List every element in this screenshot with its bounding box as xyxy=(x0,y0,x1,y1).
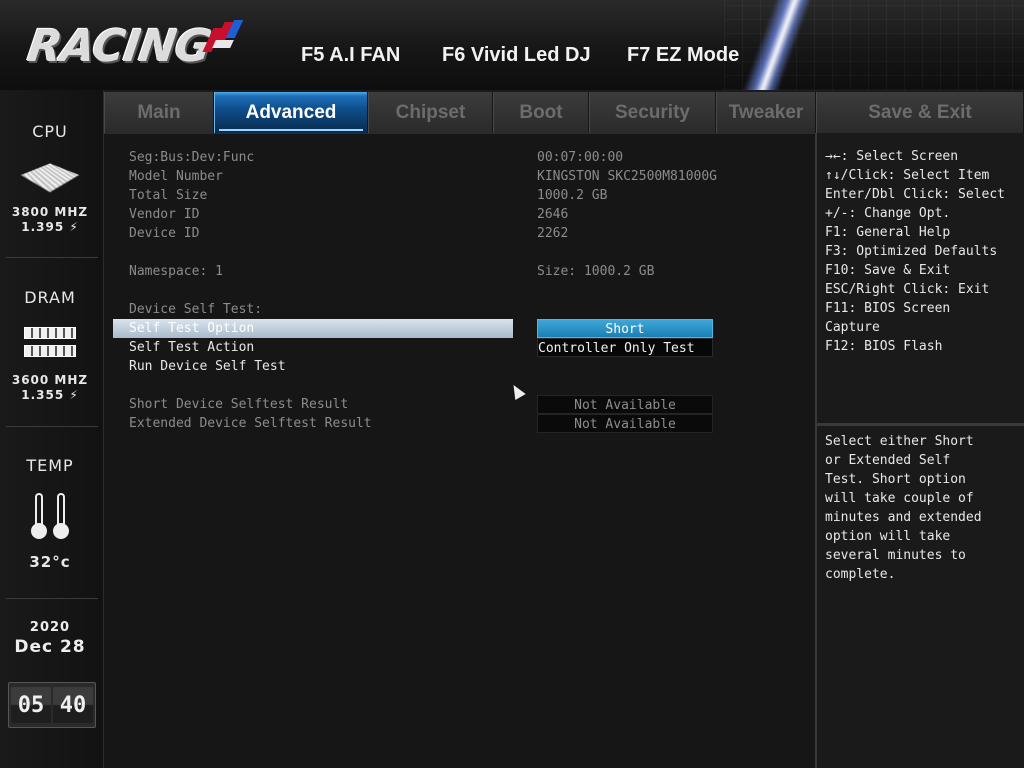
sidebar-divider xyxy=(6,426,98,427)
vendor-id-value: 2646 xyxy=(537,207,569,222)
header-bar: RACING F5 A.I FAN F6 Vivid Led DJ F7 EZ … xyxy=(0,0,1024,90)
vendor-id-label: Vendor ID xyxy=(129,207,200,222)
temp-title: TEMP xyxy=(26,456,74,475)
temperature-status: TEMP 32°c xyxy=(0,456,100,570)
dram-frequency: 3600 MHZ xyxy=(11,373,89,387)
settings-panel: Seg:Bus:Dev:Func 00:07:00:00 Model Numbe… xyxy=(104,133,815,768)
tab-chipset[interactable]: Chipset xyxy=(368,92,493,133)
self-test-heading: Device Self Test: xyxy=(129,302,263,317)
total-size-value: 1000.2 GB xyxy=(537,188,608,203)
namespace-size-value: Size: 1000.2 GB xyxy=(537,264,655,279)
tab-boot[interactable]: Boot xyxy=(493,92,589,133)
tab-tweaker[interactable]: Tweaker xyxy=(716,92,816,133)
seg-bus-value: 00:07:00:00 xyxy=(537,150,624,165)
self-test-action-select[interactable]: Controller Only Test xyxy=(537,338,713,357)
vivid-led-dj-hotkey[interactable]: F6 Vivid Led DJ xyxy=(442,44,591,67)
help-divider xyxy=(817,423,1024,426)
run-self-test-row[interactable]: Run Device Self Test xyxy=(113,357,713,376)
short-result-row: Short Device Selftest Result Not Availab… xyxy=(113,395,713,414)
run-self-test-button[interactable]: Run Device Self Test xyxy=(129,357,286,376)
key-help-text: →←: Select Screen ↑↓/Click: Select Item … xyxy=(825,149,1006,354)
dram-title: DRAM xyxy=(24,288,76,307)
sidebar-divider xyxy=(6,257,98,258)
cpu-chip-icon xyxy=(14,163,86,192)
cpu-frequency: 3800 MHZ xyxy=(11,205,89,219)
info-row-vendor-id: Vendor ID 2646 xyxy=(113,205,713,224)
self-test-action-label: Self Test Action xyxy=(129,340,255,355)
self-test-action-row[interactable]: Self Test Action Controller Only Test xyxy=(113,338,713,357)
tab-save-exit[interactable]: Save & Exit xyxy=(816,92,1024,133)
clock-hours: 05 xyxy=(11,687,51,723)
ram-stick-icon xyxy=(24,327,76,339)
cpu-title: CPU xyxy=(32,122,68,141)
info-row-namespace: Namespace: 1 Size: 1000.2 GB xyxy=(113,262,713,281)
item-help-description: Select either Short or Extended Self Tes… xyxy=(825,434,982,582)
ez-mode-hotkey[interactable]: F7 EZ Mode xyxy=(627,44,739,67)
self-test-heading-row: Device Self Test: xyxy=(113,300,713,319)
cpu-voltage: 1.395 ⚡ xyxy=(21,220,79,234)
date-month-day: Dec 28 xyxy=(14,637,86,657)
extended-result-label: Extended Device Selftest Result xyxy=(129,416,372,431)
clock-display: 05 40 xyxy=(8,682,96,728)
short-result-value: Not Available xyxy=(537,395,713,414)
cpu-status: CPU 3800 MHZ 1.395 ⚡ xyxy=(0,122,100,235)
self-test-option-select[interactable]: Short xyxy=(537,319,713,338)
date-year: 2020 xyxy=(29,620,71,635)
brand-logo: RACING xyxy=(24,20,244,72)
clock-minutes: 40 xyxy=(53,687,93,723)
seg-bus-label: Seg:Bus:Dev:Func xyxy=(129,150,255,165)
thermometer-icon xyxy=(0,493,100,539)
extended-result-value: Not Available xyxy=(537,414,713,433)
system-status-sidebar: CPU 3800 MHZ 1.395 ⚡ DRAM 3600 MHZ 1.355… xyxy=(0,90,104,768)
ai-fan-hotkey[interactable]: F5 A.I FAN xyxy=(301,44,400,67)
logo-mark-icon xyxy=(202,20,244,54)
temp-value: 32°c xyxy=(29,553,71,571)
self-test-option-label: Self Test Option xyxy=(129,321,255,336)
short-result-label: Short Device Selftest Result xyxy=(129,397,349,412)
tab-advanced[interactable]: Advanced xyxy=(214,92,368,133)
dram-voltage: 1.355 ⚡ xyxy=(21,388,79,402)
info-row-model: Model Number KINGSTON SKC2500M81000G xyxy=(113,167,717,186)
tab-security[interactable]: Security xyxy=(589,92,716,133)
device-id-value: 2262 xyxy=(537,226,569,241)
info-row-total-size: Total Size 1000.2 GB xyxy=(113,186,713,205)
logo-text: RACING xyxy=(24,21,214,72)
ram-stick-icon xyxy=(24,345,76,357)
dram-status: DRAM 3600 MHZ 1.355 ⚡ xyxy=(0,288,100,403)
date-display: 2020 Dec 28 xyxy=(0,620,100,657)
tab-bar: Main Advanced Chipset Boot Security Twea… xyxy=(104,90,1024,133)
namespace-label: Namespace: 1 xyxy=(129,264,223,279)
device-id-label: Device ID xyxy=(129,226,200,241)
extended-result-row: Extended Device Selftest Result Not Avai… xyxy=(113,414,713,433)
help-panel: →←: Select Screen ↑↓/Click: Select Item … xyxy=(815,133,1024,768)
info-row-device-id: Device ID 2262 xyxy=(113,224,713,243)
model-label: Model Number xyxy=(129,169,223,184)
self-test-option-row[interactable]: Self Test Option Short xyxy=(113,319,713,338)
total-size-label: Total Size xyxy=(129,188,208,203)
info-row-seg-bus: Seg:Bus:Dev:Func 00:07:00:00 xyxy=(113,148,713,167)
model-value: KINGSTON SKC2500M81000G xyxy=(537,169,718,184)
sidebar-divider xyxy=(6,598,98,599)
tab-main[interactable]: Main xyxy=(104,92,214,133)
